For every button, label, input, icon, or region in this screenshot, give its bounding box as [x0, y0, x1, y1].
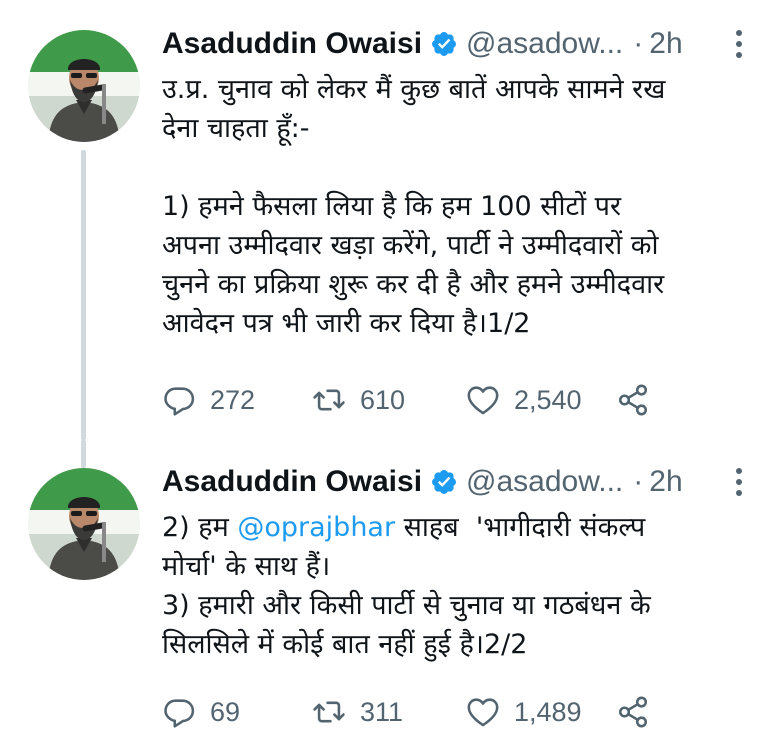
- text-segment: साहब 'भागीदारी संकल्प: [395, 512, 646, 543]
- action-bar: 69 311 1,489: [162, 692, 682, 732]
- retweet-count: 610: [360, 384, 406, 415]
- tweet-header: Asaduddin Owaisi @asadow... · 2h: [162, 462, 754, 502]
- share-button[interactable]: [616, 380, 650, 420]
- verified-badge-icon: [430, 468, 458, 496]
- timestamp[interactable]: 2h: [649, 27, 682, 61]
- share-icon: [616, 695, 650, 729]
- avatar-photo: [28, 30, 140, 142]
- mention-link[interactable]: @oprajbhar: [237, 512, 395, 543]
- tweet-2[interactable]: Asaduddin Owaisi @asadow... · 2h 2) हम @…: [0, 440, 770, 753]
- retweet-icon: [312, 383, 346, 417]
- avatar[interactable]: [28, 468, 140, 580]
- more-options-icon[interactable]: [736, 30, 744, 60]
- tweet-text-line: सिलसिले में कोई बात नहीं हुई है।2/2: [162, 629, 528, 660]
- reply-icon: [162, 695, 196, 729]
- more-options-icon[interactable]: [736, 468, 744, 498]
- reply-icon: [162, 383, 196, 417]
- reply-count: 272: [210, 384, 256, 415]
- retweet-count: 311: [360, 696, 404, 727]
- like-count: 2,540: [514, 384, 582, 415]
- tweet-text-line: देना चाहता हूँ:-: [162, 113, 310, 144]
- reply-button[interactable]: 69: [162, 692, 240, 732]
- text-segment: 2) हम: [162, 512, 238, 543]
- action-bar: 272 610 2,540: [162, 380, 682, 420]
- author-handle[interactable]: @asadow...: [466, 465, 623, 499]
- tweet-text-line: 1) हमने फैसला लिया है कि हम 100 सीटों पर: [162, 191, 622, 222]
- tweet-text-line: चुनने का प्रक्रिया शुरू कर दी है और हमने…: [162, 269, 665, 300]
- like-button[interactable]: 2,540: [466, 380, 582, 420]
- reply-button[interactable]: 272: [162, 380, 255, 420]
- thread-connector-line: [81, 150, 86, 440]
- tweet-text: उ.प्र. चुनाव को लेकर मैं कुछ बातें आपके …: [162, 70, 762, 343]
- tweet-text-line: 3) हमारी और किसी पार्टी से चुनाव या गठबं…: [162, 590, 651, 621]
- retweet-button[interactable]: 311: [312, 692, 403, 732]
- retweet-button[interactable]: 610: [312, 380, 405, 420]
- separator-dot: ·: [633, 27, 644, 60]
- tweet-text-line: आवेदन पत्र भी जारी कर दिया है।1/2: [162, 308, 531, 339]
- retweet-icon: [312, 695, 346, 729]
- like-icon: [466, 383, 500, 417]
- avatar[interactable]: [28, 30, 140, 142]
- timestamp[interactable]: 2h: [649, 465, 682, 499]
- avatar-photo: [28, 468, 140, 580]
- author-name[interactable]: Asaduddin Owaisi: [162, 27, 422, 61]
- author-name[interactable]: Asaduddin Owaisi: [162, 465, 422, 499]
- share-icon: [616, 383, 650, 417]
- like-button[interactable]: 1,489: [466, 692, 582, 732]
- reply-count: 69: [210, 696, 241, 727]
- tweet-1[interactable]: Asaduddin Owaisi @asadow... · 2h उ.प्र. …: [0, 0, 770, 440]
- tweet-header: Asaduddin Owaisi @asadow... · 2h: [162, 24, 754, 64]
- tweet-text: 2) हम @oprajbhar साहब 'भागीदारी संकल्प म…: [162, 508, 762, 664]
- verified-badge-icon: [430, 30, 458, 58]
- author-handle[interactable]: @asadow...: [466, 27, 623, 61]
- like-count: 1,489: [514, 696, 582, 727]
- tweet-text-line: उ.प्र. चुनाव को लेकर मैं कुछ बातें आपके …: [162, 74, 666, 105]
- tweet-text-line: अपना उम्मीदवार खड़ा करेंगे, पार्टी ने उम…: [162, 230, 659, 261]
- share-button[interactable]: [616, 692, 650, 732]
- separator-dot: ·: [633, 465, 644, 498]
- tweet-text-line: 2) हम @oprajbhar साहब 'भागीदारी संकल्प: [162, 508, 762, 547]
- like-icon: [466, 695, 500, 729]
- tweet-text-line: मोर्चा' के साथ हैं।: [162, 551, 331, 582]
